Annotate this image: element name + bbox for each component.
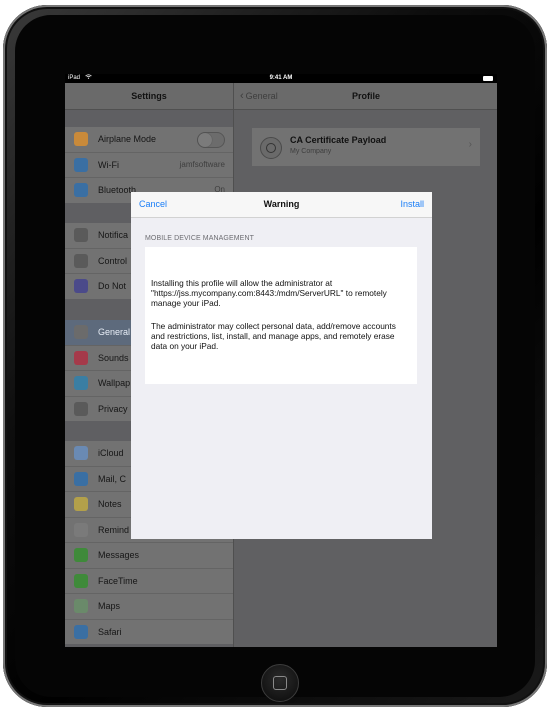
certificate-row[interactable]: CA Certificate Payload My Company › xyxy=(252,128,480,166)
sidebar-item-label: FaceTime xyxy=(98,575,138,586)
warning-message-1: Installing this profile will allow the a… xyxy=(151,278,387,308)
sidebar-item-label: General xyxy=(98,327,131,337)
setting-icon xyxy=(74,522,88,537)
setting-icon xyxy=(74,228,88,242)
sidebar-item[interactable]: Airplane Mode xyxy=(65,127,233,153)
setting-icon xyxy=(74,599,88,613)
sidebar-item-label: Do Not xyxy=(98,281,127,291)
sidebar-item-label: Safari xyxy=(98,626,122,637)
chevron-right-icon: › xyxy=(468,139,472,150)
dialog-title: Warning xyxy=(263,199,300,209)
section-label: MOBILE DEVICE MANAGEMENT xyxy=(145,235,254,242)
sidebar-item[interactable]: Maps xyxy=(65,594,233,620)
setting-icon xyxy=(74,401,88,416)
message-box: Installing this profile will allow the a… xyxy=(145,247,417,384)
profile-header: ‹ General Profile xyxy=(234,83,497,110)
sidebar-item-label: Notifica xyxy=(98,230,129,240)
sidebar-item[interactable]: Safari xyxy=(65,620,233,645)
ipad-screen: iPad 9:41 AM Settings Airplane Mode Wi-Fi… xyxy=(65,74,497,647)
sidebar-item-label: Remind xyxy=(98,524,130,535)
dialog-header: Cancel Warning Install xyxy=(131,192,432,218)
sidebar-item[interactable]: FaceTime xyxy=(65,569,233,594)
sidebar-item-value: jamfsoftware xyxy=(179,159,225,169)
certificate-title: CA Certificate Payload xyxy=(290,135,387,145)
setting-icon xyxy=(74,325,88,339)
settings-title: Settings xyxy=(65,83,233,110)
setting-icon xyxy=(74,183,88,197)
sidebar-item-label: Privacy xyxy=(98,403,128,414)
setting-icon xyxy=(74,548,88,562)
sidebar-item-label: Notes xyxy=(98,499,122,509)
install-button[interactable]: Install xyxy=(400,192,424,217)
home-button-icon xyxy=(273,676,287,690)
certificate-icon xyxy=(260,137,282,159)
setting-icon xyxy=(74,132,88,146)
sidebar-item-label: Maps xyxy=(98,601,121,611)
certificate-subtitle: My Company xyxy=(290,148,332,155)
sidebar-item-label: Sounds xyxy=(98,352,129,363)
warning-message-2: The administrator may collect personal d… xyxy=(151,321,396,351)
setting-icon xyxy=(74,573,88,588)
sidebar-item[interactable]: Wi-Fi jamfsoftware xyxy=(65,153,233,178)
sidebar-item-label: Airplane Mode xyxy=(98,134,157,144)
setting-icon xyxy=(74,279,88,293)
setting-icon xyxy=(74,446,88,460)
sidebar-item-label: Mail, C xyxy=(98,473,127,484)
sidebar-item-label: iCloud xyxy=(98,448,124,458)
setting-icon xyxy=(74,376,88,390)
status-bar: iPad 9:41 AM xyxy=(65,74,497,83)
profile-title: Profile xyxy=(351,91,380,101)
sidebar-item-label: Wi-Fi xyxy=(98,159,119,170)
warning-dialog: Cancel Warning Install MOBILE DEVICE MAN… xyxy=(131,192,432,539)
home-button[interactable] xyxy=(261,664,299,702)
setting-icon xyxy=(74,471,88,486)
battery-icon xyxy=(483,76,493,81)
status-time: 9:41 AM xyxy=(269,75,293,81)
setting-icon xyxy=(74,624,88,639)
setting-icon xyxy=(74,157,88,172)
setting-icon xyxy=(74,497,88,511)
sidebar-item-label: Messages xyxy=(98,550,140,560)
airplane-toggle[interactable] xyxy=(197,132,225,148)
sidebar-item-label: Wallpap xyxy=(98,378,131,388)
sidebar-item[interactable]: Messages xyxy=(65,543,233,569)
setting-icon xyxy=(74,350,88,365)
setting-icon xyxy=(74,253,88,268)
sidebar-item-label: Control xyxy=(98,255,128,266)
toggle-knob xyxy=(198,133,212,147)
